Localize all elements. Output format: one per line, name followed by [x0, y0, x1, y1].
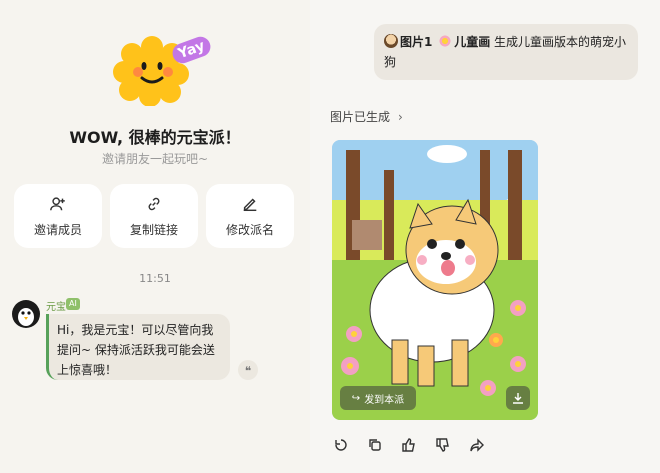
style-reference-chip[interactable]: 儿童画 — [454, 35, 490, 49]
group-intro-panel: Yay WOW, 很棒的元宝派！ 邀请朋友一起玩吧~ 邀请成员 复制链接 修改派… — [0, 0, 310, 473]
retry-button[interactable] — [328, 432, 354, 458]
copy-link-label: 复制链接 — [129, 222, 178, 237]
add-user-icon — [50, 196, 65, 210]
chevron-right-icon: › — [398, 110, 403, 124]
share-button[interactable] — [464, 432, 490, 458]
send-to-group-label: 发到本派 — [364, 394, 405, 406]
rename-group-button[interactable]: 修改派名 — [206, 184, 294, 248]
image-reference-icon — [384, 34, 398, 48]
send-to-group-button[interactable]: ↪ 发到本派 — [340, 386, 416, 410]
download-icon — [513, 393, 523, 404]
user-message-bubble: 图片1 儿童画 生成儿童画版本的萌宠小狗 — [374, 24, 638, 80]
share-arrow-icon: ↪ — [351, 392, 361, 404]
thumbs-down-icon — [436, 438, 449, 452]
message-toolbar — [328, 432, 490, 458]
link-icon — [148, 197, 160, 210]
quote-button[interactable]: ❝ — [238, 360, 258, 380]
generation-status-label: 图片已生成 — [330, 110, 391, 124]
ai-badge: AI — [66, 298, 80, 310]
welcome-title: WOW, 很棒的元宝派！ — [69, 128, 241, 147]
copy-link-button[interactable]: 复制链接 — [110, 184, 198, 248]
dislike-button[interactable] — [430, 432, 456, 458]
welcome-subtitle: 邀请朋友一起玩吧~ — [101, 152, 209, 166]
edit-icon — [243, 197, 257, 211]
invite-members-label: 邀请成员 — [33, 222, 82, 237]
style-reference-icon — [438, 34, 453, 48]
bot-avatar[interactable] — [12, 300, 40, 328]
message-timestamp: 11:51 — [139, 272, 171, 285]
bot-name: 元宝 — [46, 302, 66, 313]
generation-status[interactable]: 图片已生成 › — [330, 108, 403, 125]
penguin-avatar-icon — [18, 308, 34, 326]
quote-icon: ❝ — [244, 364, 252, 378]
copy-icon — [369, 439, 381, 451]
copy-button[interactable] — [362, 432, 388, 458]
generated-dog-image[interactable] — [332, 140, 538, 420]
retry-icon — [335, 439, 347, 451]
bot-message-bubble: Hi，我是元宝！可以尽管向我提问~ 保持派活跃我可能会送上惊喜哦！ — [46, 314, 230, 380]
download-button[interactable] — [506, 386, 530, 410]
like-button[interactable] — [396, 432, 422, 458]
thumbs-up-icon — [402, 438, 415, 452]
image-reference-chip[interactable]: 图片1 — [400, 35, 432, 49]
share-icon — [470, 438, 484, 452]
invite-members-button[interactable]: 邀请成员 — [14, 184, 102, 248]
rename-group-label: 修改派名 — [225, 222, 274, 237]
